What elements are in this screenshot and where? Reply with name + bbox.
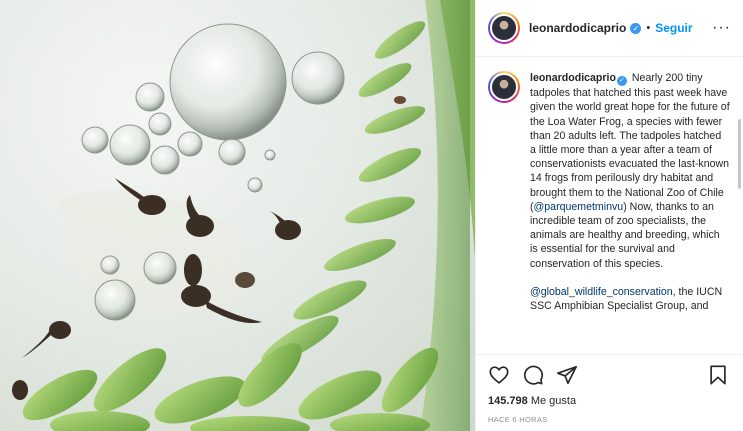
likes-count[interactable]: 145.798 Me gusta bbox=[488, 395, 731, 407]
instagram-post: leonardodicaprio ✓ • Seguir ··· leonardo… bbox=[0, 0, 743, 431]
header-separator: • bbox=[646, 22, 651, 34]
action-bar bbox=[488, 363, 731, 389]
avatar[interactable] bbox=[488, 12, 520, 44]
avatar-image bbox=[490, 73, 518, 101]
comments-scrollbar[interactable] bbox=[738, 119, 741, 189]
caption-paragraph: @global_wildlife_conservation, the IUCN … bbox=[530, 285, 730, 313]
tadpoles-photo bbox=[12, 0, 475, 431]
verified-badge-icon: ✓ bbox=[616, 76, 627, 87]
caption-text: leonardodicaprio ✓ Nearly 200 tiny tadpol… bbox=[530, 71, 730, 313]
mention-link[interactable]: @parquemetminvu bbox=[534, 201, 624, 213]
share-button[interactable] bbox=[556, 364, 580, 388]
comment-icon bbox=[524, 365, 544, 385]
share-icon bbox=[557, 365, 577, 385]
post-photo[interactable] bbox=[0, 0, 475, 431]
save-button[interactable] bbox=[707, 364, 731, 388]
post-timestamp[interactable]: HACE 6 HORAS bbox=[488, 415, 731, 424]
more-options-icon[interactable]: ··· bbox=[712, 19, 731, 37]
post-header: leonardodicaprio ✓ • Seguir ··· bbox=[476, 0, 743, 57]
caption-comment: leonardodicaprio ✓ Nearly 200 tiny tadpol… bbox=[488, 71, 731, 313]
comments-section[interactable]: leonardodicaprio ✓ Nearly 200 tiny tadpol… bbox=[476, 57, 743, 354]
caption-avatar[interactable] bbox=[488, 71, 520, 103]
like-button[interactable] bbox=[488, 364, 512, 388]
likes-number: 145.798 bbox=[488, 395, 528, 407]
post-side-panel: leonardodicaprio ✓ • Seguir ··· leonardo… bbox=[475, 0, 743, 431]
avatar-image bbox=[490, 14, 518, 42]
caption-body-1: Nearly 200 tiny tadpoles that hatched th… bbox=[530, 72, 730, 213]
verified-badge-icon: ✓ bbox=[630, 22, 642, 34]
mention-link[interactable]: @global_wildlife_conservation bbox=[530, 286, 673, 298]
header-username[interactable]: leonardodicaprio bbox=[529, 21, 626, 35]
caption-username[interactable]: leonardodicaprio bbox=[530, 72, 616, 84]
follow-button[interactable]: Seguir bbox=[655, 21, 692, 35]
bookmark-icon bbox=[710, 365, 726, 385]
post-actions-area: 145.798 Me gusta HACE 6 HORAS bbox=[476, 354, 743, 431]
likes-label: Me gusta bbox=[530, 395, 577, 407]
heart-icon bbox=[489, 366, 509, 384]
comment-button[interactable] bbox=[522, 364, 546, 388]
